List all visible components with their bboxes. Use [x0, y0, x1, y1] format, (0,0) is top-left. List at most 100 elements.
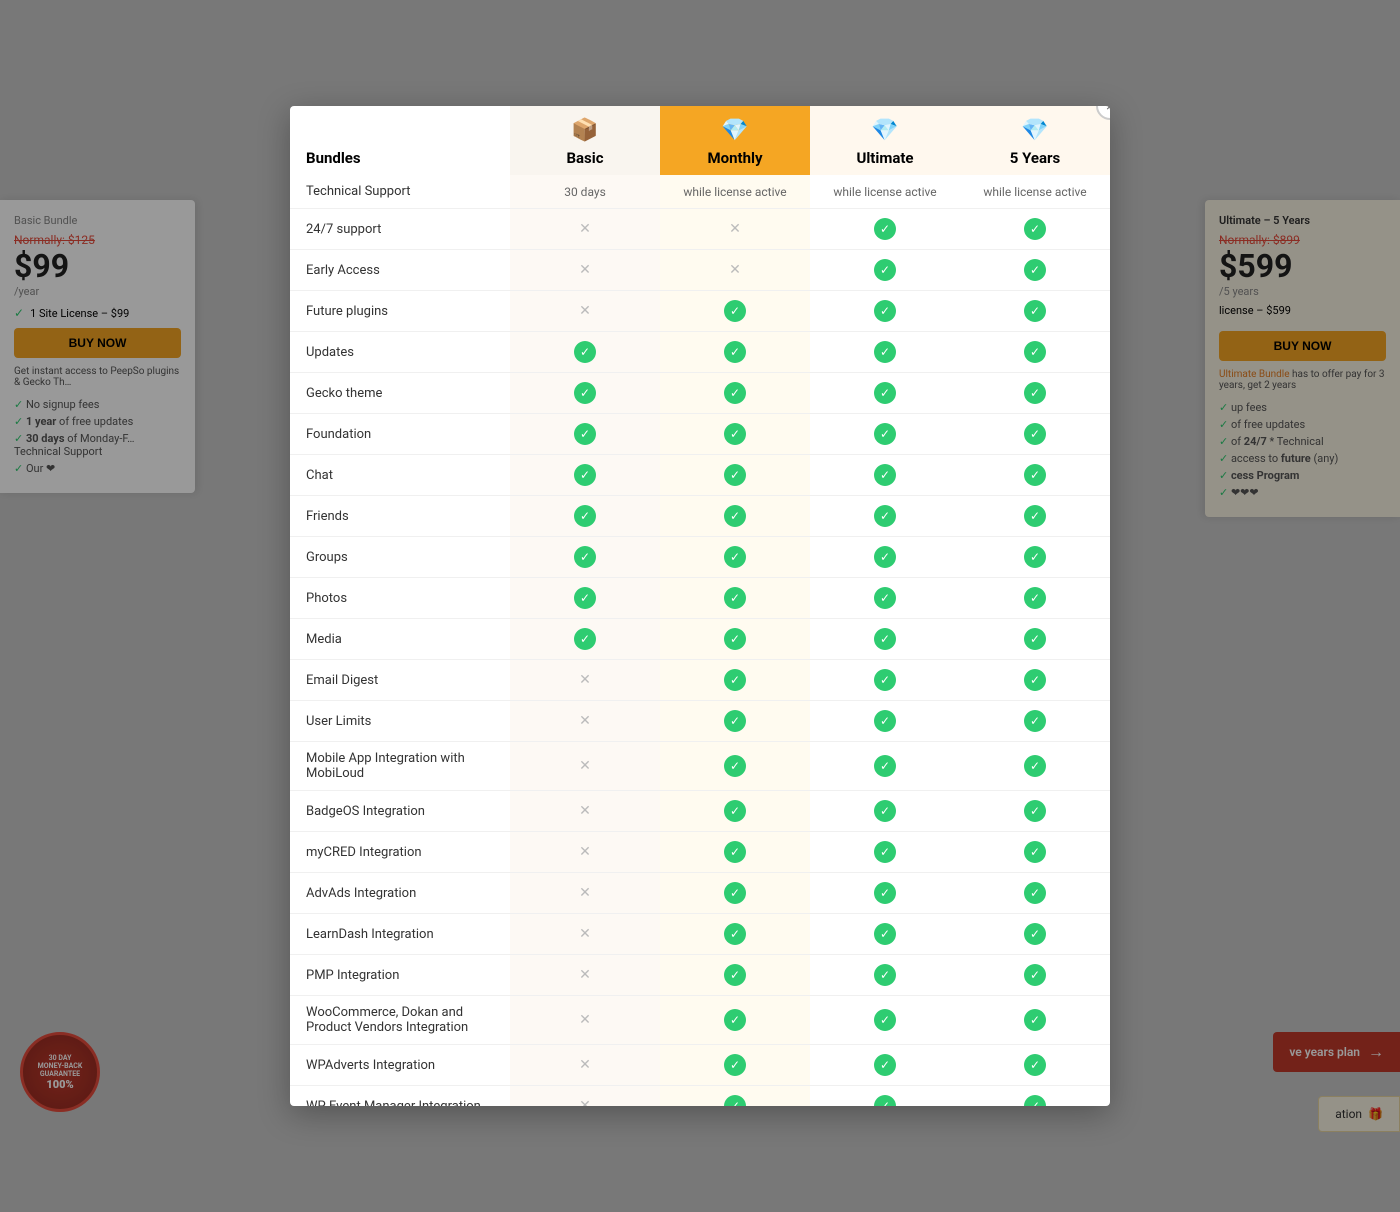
check-icon: ✓ [1024, 259, 1046, 281]
cell-basic: ✓ [510, 373, 660, 414]
cell-basic: ✕ [510, 873, 660, 914]
check-icon: ✓ [874, 218, 896, 240]
cell-ultimate: ✓ [810, 250, 960, 291]
cell-basic: ✕ [510, 660, 660, 701]
check-icon: ✓ [1024, 669, 1046, 691]
cell-ultimate: ✓ [810, 1045, 960, 1086]
cell-basic: ✓ [510, 619, 660, 660]
5years-plan-icon: 💎 [968, 118, 1102, 143]
cell-monthly: ✓ [660, 955, 810, 996]
cell-monthly: ✓ [660, 455, 810, 496]
check-icon: ✓ [1024, 300, 1046, 322]
row-label-wpadverts-integration: WPAdverts Integration [290, 1045, 510, 1086]
cell-5years: ✓ [960, 660, 1110, 701]
table-row: Groups✓✓✓✓ [290, 537, 1110, 578]
cross-icon: ✕ [579, 844, 591, 860]
table-row: PMP Integration✕✓✓✓ [290, 955, 1110, 996]
cross-icon: ✕ [729, 221, 741, 237]
cell-ultimate: ✓ [810, 742, 960, 791]
cell-ultimate: ✓ [810, 955, 960, 996]
check-icon: ✓ [1024, 218, 1046, 240]
row-label-gecko-theme: Gecko theme [290, 373, 510, 414]
cell-ultimate: ✓ [810, 832, 960, 873]
check-icon: ✓ [874, 1095, 896, 1106]
row-label-advads-integration: AdvAds Integration [290, 873, 510, 914]
cell-monthly: ✕ [660, 209, 810, 250]
cross-icon: ✕ [579, 926, 591, 942]
basic-plan-name: Basic [518, 149, 652, 167]
cell-ultimate-technical-support: while license active [810, 175, 960, 209]
cross-icon: ✕ [579, 758, 591, 774]
col-bundles-header: Bundles [290, 106, 510, 175]
table-row: Future plugins✕✓✓✓ [290, 291, 1110, 332]
check-icon: ✓ [1024, 841, 1046, 863]
cross-icon: ✕ [579, 967, 591, 983]
cell-5years: ✓ [960, 791, 1110, 832]
check-icon: ✓ [1024, 1009, 1046, 1031]
cell-ultimate: ✓ [810, 791, 960, 832]
table-row: Media✓✓✓✓ [290, 619, 1110, 660]
check-icon: ✓ [574, 341, 596, 363]
cell-5years: ✓ [960, 496, 1110, 537]
row-label-photos: Photos [290, 578, 510, 619]
cell-monthly: ✓ [660, 414, 810, 455]
check-icon: ✓ [1024, 464, 1046, 486]
check-icon: ✓ [724, 755, 746, 777]
cell-ultimate: ✓ [810, 873, 960, 914]
cell-monthly: ✓ [660, 914, 810, 955]
check-icon: ✓ [874, 882, 896, 904]
check-icon: ✓ [574, 505, 596, 527]
row-label-mycred-integration: myCRED Integration [290, 832, 510, 873]
check-icon: ✓ [724, 464, 746, 486]
cell-5years: ✓ [960, 1045, 1110, 1086]
cell-5years: ✓ [960, 742, 1110, 791]
check-icon: ✓ [874, 1009, 896, 1031]
cell-basic: ✓ [510, 332, 660, 373]
check-icon: ✓ [874, 800, 896, 822]
comparison-modal: × Bundles 📦 Basic 💎 Monthly 💎 Ultimate [290, 106, 1110, 1106]
cell-ultimate: ✓ [810, 496, 960, 537]
cell-basic: ✕ [510, 832, 660, 873]
cell-basic: ✓ [510, 496, 660, 537]
row-label-updates: Updates [290, 332, 510, 373]
check-icon: ✓ [1024, 505, 1046, 527]
cell-monthly: ✓ [660, 701, 810, 742]
cell-monthly: ✓ [660, 832, 810, 873]
check-icon: ✓ [574, 628, 596, 650]
check-icon: ✓ [1024, 382, 1046, 404]
table-row: Foundation✓✓✓✓ [290, 414, 1110, 455]
cell-5years: ✓ [960, 996, 1110, 1045]
table-row: 24/7 support✕✕✓✓ [290, 209, 1110, 250]
check-icon: ✓ [724, 300, 746, 322]
check-icon: ✓ [724, 423, 746, 445]
row-label-email-digest: Email Digest [290, 660, 510, 701]
cell-monthly: ✓ [660, 873, 810, 914]
row-label-foundation: Foundation [290, 414, 510, 455]
monthly-plan-name: Monthly [668, 149, 802, 167]
row-label-user-limits: User Limits [290, 701, 510, 742]
cell-monthly-technical-support: while license active [660, 175, 810, 209]
table-row: Gecko theme✓✓✓✓ [290, 373, 1110, 414]
cross-icon: ✕ [579, 1057, 591, 1073]
cross-icon: ✕ [579, 221, 591, 237]
cell-monthly: ✓ [660, 996, 810, 1045]
check-icon: ✓ [724, 341, 746, 363]
basic-plan-icon: 📦 [518, 118, 652, 143]
cell-monthly: ✓ [660, 291, 810, 332]
check-icon: ✓ [724, 923, 746, 945]
check-icon: ✓ [724, 1054, 746, 1076]
cell-ultimate: ✓ [810, 701, 960, 742]
cell-ultimate: ✓ [810, 209, 960, 250]
table-row: Early Access✕✕✓✓ [290, 250, 1110, 291]
row-label-media: Media [290, 619, 510, 660]
cross-icon: ✕ [579, 1012, 591, 1028]
cell-5years: ✓ [960, 873, 1110, 914]
check-icon: ✓ [724, 710, 746, 732]
cross-icon: ✕ [729, 262, 741, 278]
row-label-early-access: Early Access [290, 250, 510, 291]
check-icon: ✓ [874, 755, 896, 777]
cell-monthly: ✓ [660, 537, 810, 578]
cell-5years: ✓ [960, 414, 1110, 455]
check-icon: ✓ [874, 710, 896, 732]
cell-ultimate: ✓ [810, 619, 960, 660]
